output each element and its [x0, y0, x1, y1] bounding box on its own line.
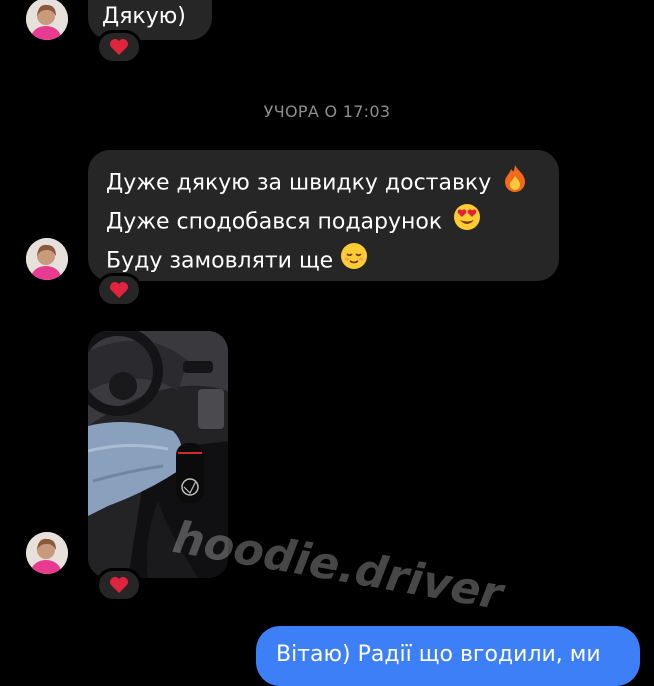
- avatar-image: [26, 0, 68, 40]
- message-line-1: Дуже дякую за швидку доставку: [106, 164, 528, 203]
- message-bubble-main[interactable]: Дуже дякую за швидку доставку Дуже сподо…: [88, 150, 559, 281]
- red-heart-icon: [110, 577, 128, 593]
- timestamp-divider: УЧОРА О 17:03: [263, 102, 391, 121]
- message-line-1-text: Дуже дякую за швидку доставку: [106, 170, 492, 196]
- fire-icon: [502, 164, 528, 203]
- sender-avatar[interactable]: [26, 532, 68, 574]
- avatar-image: [26, 238, 68, 280]
- reaction-heart-main[interactable]: [96, 273, 142, 307]
- sender-avatar[interactable]: [26, 0, 68, 40]
- outgoing-message-text: Вітаю) Радії що вгодили, ми: [276, 642, 601, 667]
- outgoing-message-bubble[interactable]: Вітаю) Радії що вгодили, ми: [256, 626, 640, 686]
- heart-eyes-icon: [453, 203, 481, 242]
- sender-avatar[interactable]: [26, 238, 68, 280]
- red-heart-icon: [110, 39, 128, 55]
- message-text-top: Дякую): [102, 4, 186, 29]
- reaction-heart-top[interactable]: [96, 30, 142, 64]
- message-line-3: Буду замовляти ще: [106, 242, 528, 281]
- reaction-heart-photo[interactable]: [96, 568, 142, 602]
- message-line-3-text: Буду замовляти ще: [106, 248, 334, 274]
- watermark-text: hoodie.driver: [169, 512, 507, 621]
- avatar-image: [26, 532, 68, 574]
- relieved-face-icon: [340, 242, 368, 281]
- message-line-2: Дуже сподобався подарунок: [106, 203, 528, 242]
- red-heart-icon: [110, 282, 128, 298]
- message-line-2-text: Дуже сподобався подарунок: [106, 209, 443, 235]
